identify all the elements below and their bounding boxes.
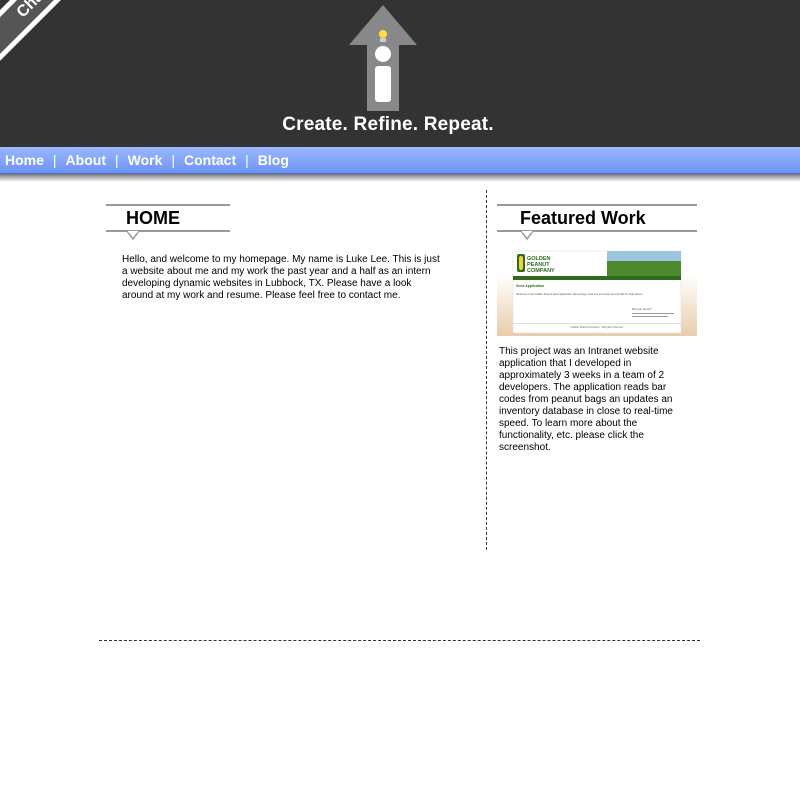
nav-shadow bbox=[0, 174, 800, 182]
header-rule-top bbox=[497, 204, 697, 206]
nav-separator: | bbox=[245, 152, 249, 168]
home-heading: HOME bbox=[126, 208, 180, 228]
header-rule-top bbox=[106, 204, 230, 206]
featured-description: This project was an Intranet website app… bbox=[499, 346, 673, 453]
featured-heading: Featured Work bbox=[520, 208, 646, 228]
home-section-header: HOME bbox=[106, 204, 230, 240]
screenshot-footer: Golden Peanut Company · All rights reser… bbox=[571, 325, 624, 329]
screenshot-title: Seed Application bbox=[516, 284, 544, 288]
column-divider bbox=[486, 190, 487, 550]
speech-pointer-icon bbox=[521, 231, 533, 240]
nav-blog[interactable]: Blog bbox=[258, 152, 289, 168]
nav-separator: | bbox=[114, 152, 119, 168]
screenshot-sidebar-title: Did you know? bbox=[632, 307, 652, 311]
site-header: Charles (Luke) Lee Create. Refine. Repea… bbox=[0, 0, 800, 147]
tagline: Create. Refine. Repeat. bbox=[282, 114, 494, 135]
main-nav: Home | About | Work | Contact | Blog bbox=[0, 147, 800, 174]
nav-separator: | bbox=[52, 152, 57, 168]
home-intro-text: Hello, and welcome to my homepage. My na… bbox=[122, 254, 440, 301]
nav-about[interactable]: About bbox=[66, 152, 106, 168]
nav-separator: | bbox=[171, 152, 176, 168]
nav-work[interactable]: Work bbox=[128, 152, 163, 168]
nav-contact[interactable]: Contact bbox=[184, 152, 236, 168]
header-rule-bottom bbox=[106, 230, 230, 232]
logo-arrow-icon bbox=[349, 5, 417, 111]
featured-work-screenshot[interactable]: GOLDEN PEANUT COMPANY Seed Application W… bbox=[497, 249, 697, 336]
screenshot-thumbnail: GOLDEN PEANUT COMPANY Seed Application W… bbox=[512, 250, 682, 334]
name-banner: Charles (Luke) Lee bbox=[0, 0, 176, 70]
screenshot-welcome: Welcome to the Golden Peanut Seed Applic… bbox=[516, 292, 643, 296]
speech-pointer-icon bbox=[127, 231, 139, 240]
svg-text:COMPANY: COMPANY bbox=[527, 268, 555, 274]
nav-home[interactable]: Home bbox=[5, 152, 44, 168]
footer-divider bbox=[99, 640, 700, 641]
featured-section-header: Featured Work bbox=[497, 204, 697, 240]
name-banner-text: Charles (Luke) Lee bbox=[0, 0, 172, 66]
lightbulb-icon bbox=[379, 30, 387, 38]
